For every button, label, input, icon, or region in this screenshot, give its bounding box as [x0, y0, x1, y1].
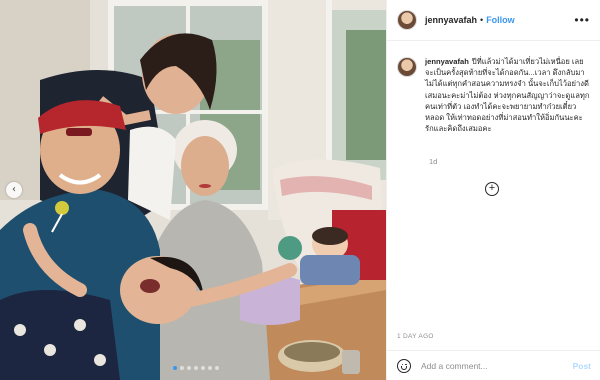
carousel-prev-button[interactable]: ‹ [6, 182, 22, 198]
carousel-dot [187, 366, 191, 370]
separator: • [480, 15, 484, 25]
carousel-dot [201, 366, 205, 370]
post-header: jennyavafah • Follow ••• [387, 0, 600, 41]
more-options-icon[interactable]: ••• [574, 14, 590, 26]
comment-bar: Post [387, 350, 600, 380]
carousel-dot [208, 366, 212, 370]
username-link[interactable]: jennyavafah [425, 15, 477, 25]
instagram-post-modal: ‹ jennyavafah • Follow ••• jennyavafah ปี… [0, 0, 600, 380]
chevron-left-icon: ‹ [12, 184, 16, 195]
comment-input[interactable] [421, 360, 573, 371]
carousel-dot [194, 366, 198, 370]
emoji-icon[interactable] [397, 358, 411, 373]
post-photo[interactable]: ‹ [0, 0, 386, 380]
post-comment-button[interactable]: Post [573, 361, 591, 371]
follow-button[interactable]: Follow [486, 15, 515, 25]
caption-username-link[interactable]: jennyavafah [425, 57, 469, 66]
caption: jennyavafah ปีที่แล้วม่าได้มาเที่ยวไม่เหน… [425, 56, 591, 134]
caption-text: ปีที่แล้วม่าได้มาเที่ยวไม่เหนื่อย เลยจะเ… [425, 57, 590, 134]
caption-avatar[interactable] [397, 57, 417, 77]
post-side-panel: jennyavafah • Follow ••• jennyavafah ปีที… [386, 0, 600, 380]
family-photo-illustration [0, 0, 386, 380]
carousel-dot [215, 366, 219, 370]
carousel-dot [173, 366, 177, 370]
load-more-comments-button[interactable]: + [485, 182, 499, 196]
caption-block: jennyavafah ปีที่แล้วม่าได้มาเที่ยวไม่เหน… [387, 56, 600, 134]
caption-time: 1d [429, 157, 438, 166]
post-timestamp: 1 DAY AGO [397, 333, 434, 340]
carousel-dot [180, 366, 184, 370]
carousel-indicator [173, 366, 219, 370]
avatar[interactable] [397, 10, 417, 30]
plus-circle-icon: + [488, 182, 496, 194]
